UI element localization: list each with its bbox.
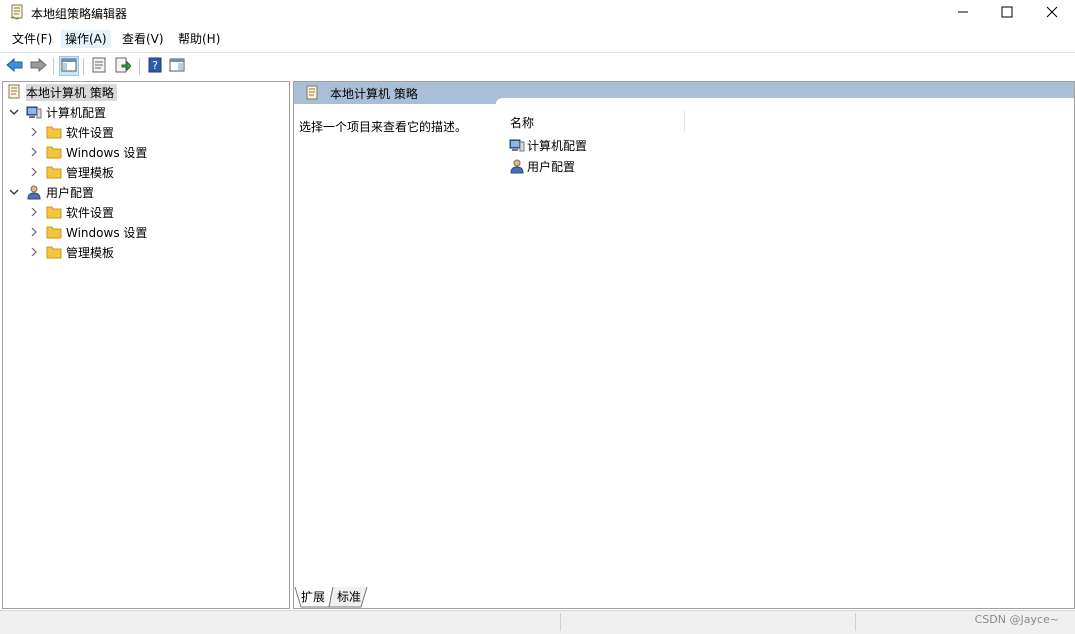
chevron-right-icon[interactable]	[28, 126, 40, 138]
tree-item-label: 计算机配置	[46, 105, 107, 120]
result-pane-title: 本地计算机 策略	[330, 86, 418, 101]
tree-item-user-config[interactable]: 用户配置	[8, 182, 94, 202]
close-button[interactable]	[1029, 0, 1075, 26]
tree-item-computer-admin-templates[interactable]: 管理模板	[28, 162, 114, 182]
console-tree[interactable]: 本地计算机 策略 计算机配置 软件设置 Windows 设置 管理模板 用户配置…	[2, 81, 290, 609]
result-pane: 本地计算机 策略 选择一个项目来查看它的描述。 名称 计算机配置 用户配置	[293, 81, 1075, 609]
item-list[interactable]: 名称 计算机配置 用户配置	[496, 98, 1074, 584]
maximize-button[interactable]	[984, 0, 1030, 26]
watermark-text: CSDN @Jayce~	[974, 613, 1059, 626]
chevron-right-icon[interactable]	[28, 226, 40, 238]
list-item-user-config[interactable]: 用户配置	[509, 157, 575, 175]
menu-bar: 文件(F) 操作(A) 查看(V) 帮助(H)	[0, 28, 1075, 50]
user-icon	[26, 184, 42, 200]
export-list-button[interactable]	[113, 56, 133, 76]
user-icon	[509, 158, 525, 174]
description-text: 选择一个项目来查看它的描述。	[299, 120, 468, 134]
tree-item-label: 管理模板	[66, 165, 115, 180]
list-item-computer-config[interactable]: 计算机配置	[509, 136, 587, 154]
tree-item-user-admin-templates[interactable]: 管理模板	[28, 242, 114, 262]
export-list-icon	[115, 57, 132, 76]
close-icon	[1046, 6, 1058, 21]
folder-icon	[46, 204, 62, 220]
folder-icon	[46, 164, 62, 180]
tree-item-computer-windows-settings[interactable]: Windows 设置	[28, 142, 147, 162]
policy-document-icon	[6, 84, 22, 100]
tree-item-label: Windows 设置	[66, 225, 148, 240]
list-item-label: 计算机配置	[527, 138, 588, 153]
computer-icon	[509, 137, 525, 153]
show-action-pane-button[interactable]	[167, 56, 187, 76]
toolbar-separator	[83, 58, 84, 75]
folder-icon	[46, 144, 62, 160]
view-tabs: 扩展 标准	[293, 587, 1075, 608]
back-button[interactable]	[5, 56, 25, 76]
tree-item-label: 软件设置	[66, 205, 115, 220]
menu-file[interactable]: 文件(F)	[8, 30, 56, 48]
status-separator	[560, 613, 561, 631]
tree-item-label: 本地计算机 策略	[26, 83, 117, 101]
show-action-pane-icon	[169, 58, 185, 75]
menu-action[interactable]: 操作(A)	[61, 30, 111, 48]
list-item-label: 用户配置	[527, 159, 576, 174]
toolbar: ?	[0, 52, 1075, 79]
forward-button[interactable]	[28, 56, 48, 76]
toolbar-separator	[139, 58, 140, 75]
maximize-icon	[1001, 6, 1013, 21]
status-bar: CSDN @Jayce~	[0, 610, 1075, 634]
back-icon	[6, 57, 24, 76]
computer-icon	[26, 104, 42, 120]
window-title: 本地组策略编辑器	[31, 7, 128, 21]
tree-item-root[interactable]: 本地计算机 策略	[6, 82, 117, 102]
tree-item-label: 用户配置	[46, 185, 95, 200]
column-separator[interactable]	[684, 110, 685, 132]
menu-help[interactable]: 帮助(H)	[174, 30, 224, 48]
menu-view[interactable]: 查看(V)	[118, 30, 168, 48]
chevron-right-icon[interactable]	[28, 246, 40, 258]
minimize-icon	[957, 6, 969, 21]
help-icon: ?	[148, 57, 162, 76]
policy-document-icon	[304, 85, 320, 101]
chevron-right-icon[interactable]	[28, 146, 40, 158]
forward-icon	[29, 57, 47, 76]
svg-text:?: ?	[152, 59, 158, 72]
tree-item-label: 软件设置	[66, 125, 115, 140]
status-separator	[855, 613, 856, 631]
help-button[interactable]: ?	[145, 56, 165, 76]
properties-icon	[92, 57, 106, 76]
title-bar: 本地组策略编辑器	[0, 0, 1075, 26]
show-hide-console-tree-icon	[61, 58, 77, 75]
folder-icon	[46, 124, 62, 140]
tree-item-label: 管理模板	[66, 245, 115, 260]
minimize-button[interactable]	[940, 0, 986, 26]
policy-document-icon	[9, 4, 25, 20]
tree-item-computer-software-settings[interactable]: 软件设置	[28, 122, 114, 142]
tab-standard[interactable]: 标准	[329, 587, 371, 607]
chevron-right-icon[interactable]	[28, 166, 40, 178]
show-hide-console-tree-button[interactable]	[59, 56, 79, 76]
chevron-down-icon[interactable]	[8, 186, 20, 198]
toolbar-separator	[53, 58, 54, 75]
chevron-down-icon[interactable]	[8, 106, 20, 118]
tree-item-user-windows-settings[interactable]: Windows 设置	[28, 222, 147, 242]
properties-button[interactable]	[89, 56, 109, 76]
tree-item-computer-config[interactable]: 计算机配置	[8, 102, 106, 122]
chevron-right-icon[interactable]	[28, 206, 40, 218]
column-header-name[interactable]: 名称	[510, 114, 534, 131]
folder-icon	[46, 244, 62, 260]
tree-item-user-software-settings[interactable]: 软件设置	[28, 202, 114, 222]
tree-item-label: Windows 设置	[66, 145, 148, 160]
folder-icon	[46, 224, 62, 240]
